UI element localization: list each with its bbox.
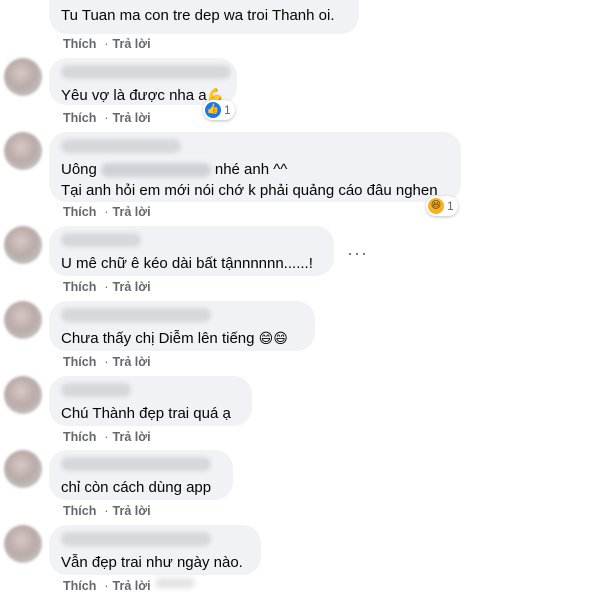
separator-dot: · xyxy=(104,280,109,294)
comment-actions: Thích · Trả lời xyxy=(63,37,159,51)
separator-dot: · xyxy=(104,111,109,125)
comment-text: Vẫn đẹp trai như ngày nào. xyxy=(61,554,243,571)
like-button[interactable]: Thích xyxy=(63,355,96,369)
smile-emoji: 😄😄 xyxy=(258,330,288,346)
blurred-text xyxy=(100,163,211,178)
comment-bubble: Yêu vợ là được nha a💪 xyxy=(49,58,237,105)
reply-button[interactable]: Trả lời xyxy=(113,280,151,294)
like-button[interactable]: Thích xyxy=(63,504,96,518)
comment-text-line: Uông nhé anh ^^ xyxy=(61,159,449,180)
like-button[interactable]: Thích xyxy=(63,205,96,219)
like-button[interactable]: Thích xyxy=(63,579,96,593)
avatar[interactable] xyxy=(4,226,42,264)
avatar[interactable] xyxy=(4,525,42,563)
like-button[interactable]: Thích xyxy=(63,280,96,294)
comment-text: chỉ còn cách dùng app xyxy=(61,479,212,496)
comment-bubble: Chú Thành đẹp trai quá ạ xyxy=(49,376,252,426)
comment-bubble: U mê chữ ê kéo dài bất tậnnnnnn......! xyxy=(49,226,334,276)
reply-button[interactable]: Trả lời xyxy=(113,111,151,125)
author-name-blurred[interactable] xyxy=(61,383,131,397)
comment-actions: Thích · Trả lời xyxy=(63,205,159,219)
reply-button[interactable]: Trả lời xyxy=(113,579,151,593)
comment-bubble: Uông nhé anh ^^ Tại anh hỏi em mới nói ch… xyxy=(49,132,461,202)
comment-text: U mê chữ ê kéo dài bất tậnnnnnn......! xyxy=(61,255,313,272)
author-name-blurred[interactable] xyxy=(61,457,211,471)
separator-dot: · xyxy=(104,579,109,593)
avatar[interactable] xyxy=(4,58,42,96)
comment-text: Chú Thành đẹp trai quá ạ xyxy=(61,405,231,422)
reaction-count: 1 xyxy=(447,199,454,213)
comment-bubble: Chưa thấy chị Diễm lên tiếng 😄😄 xyxy=(49,301,315,351)
avatar[interactable] xyxy=(4,132,42,170)
more-options-icon[interactable]: ··· xyxy=(347,243,368,264)
author-name-blurred[interactable] xyxy=(61,233,141,247)
like-button[interactable]: Thích xyxy=(63,37,96,51)
reply-button[interactable]: Trả lời xyxy=(113,37,151,51)
separator-dot: · xyxy=(104,355,109,369)
comment-actions: Thích · Trả lời xyxy=(63,430,159,444)
like-button[interactable]: Thích xyxy=(63,111,96,125)
author-name-blurred[interactable] xyxy=(61,532,211,546)
comment-bubble: Tu Tuan ma con tre dep wa troi Thanh oi. xyxy=(49,0,359,34)
comment-actions: Thích · Trả lời xyxy=(63,355,159,369)
reply-button[interactable]: Trả lời xyxy=(113,430,151,444)
comment-bubble: chỉ còn cách dùng app xyxy=(49,450,233,500)
avatar[interactable] xyxy=(4,450,42,488)
author-name-blurred[interactable] xyxy=(61,65,231,79)
like-button[interactable]: Thích xyxy=(63,430,96,444)
comment-text-line: Chưa thấy chị Diễm lên tiếng 😄😄 xyxy=(61,328,303,349)
separator-dot: · xyxy=(104,37,109,51)
comment-text: Yêu vợ là được nha a xyxy=(61,87,207,104)
comment-text-start: Uông xyxy=(61,161,97,178)
comment-text: Tu Tuan ma con tre dep wa troi Thanh oi. xyxy=(61,7,335,24)
avatar[interactable] xyxy=(4,376,42,414)
comment-text: Chưa thấy chị Diễm lên tiếng xyxy=(61,330,255,347)
comment-actions: Thích · Trả lời xyxy=(63,280,159,294)
comment-actions: Thích · Trả lời xyxy=(63,111,159,125)
comment-bubble: Vẫn đẹp trai như ngày nào. xyxy=(49,525,261,575)
reaction-count: 1 xyxy=(224,103,231,117)
separator-dot: · xyxy=(104,430,109,444)
reply-button[interactable]: Trả lời xyxy=(113,205,151,219)
haha-icon: 😆 xyxy=(428,198,444,214)
comment-text-end: nhé anh ^^ xyxy=(214,161,288,178)
blurred-timestamp xyxy=(155,578,195,588)
comment-text-line: Yêu vợ là được nha a💪 xyxy=(61,85,225,106)
reaction-summary[interactable]: 😆 1 xyxy=(426,196,458,216)
like-icon: 👍 xyxy=(205,102,221,118)
separator-dot: · xyxy=(104,205,109,219)
comment-text-line2: Tại anh hỏi em mới nói chớ k phải quảng … xyxy=(61,182,438,199)
author-name-blurred[interactable] xyxy=(61,308,211,322)
author-name-blurred[interactable] xyxy=(61,139,181,153)
comment-actions: Thích · Trả lời xyxy=(63,504,159,518)
avatar[interactable] xyxy=(4,301,42,339)
reply-button[interactable]: Trả lời xyxy=(113,355,151,369)
separator-dot: · xyxy=(104,504,109,518)
reply-button[interactable]: Trả lời xyxy=(113,504,151,518)
reaction-summary[interactable]: 👍 1 xyxy=(203,100,235,120)
comment-actions: Thích · Trả lời xyxy=(63,579,159,593)
